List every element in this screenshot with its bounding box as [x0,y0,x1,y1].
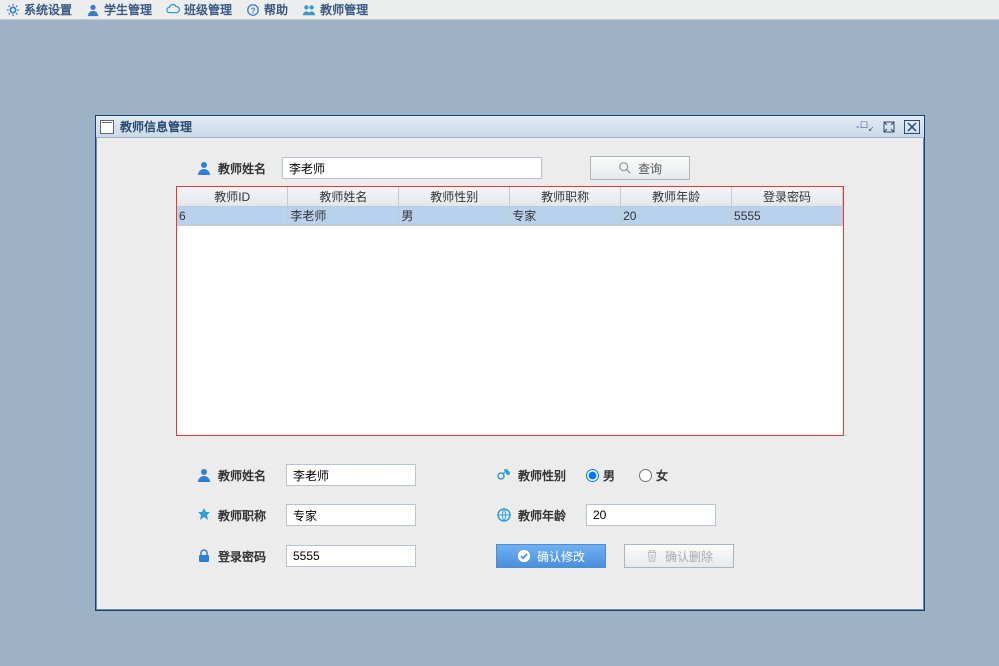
age-field[interactable] [586,504,716,526]
form-gender-label: 教师性别 [496,467,568,484]
menu-label: 教师管理 [320,1,368,18]
radio-male-label: 男 [603,467,615,484]
confirm-delete-button[interactable]: 确认删除 [624,544,734,568]
menu-label: 帮助 [264,1,288,18]
svg-text:?: ? [251,6,256,15]
radio-female-label: 女 [656,467,668,484]
col-teacher-age[interactable]: 教师年龄 [621,187,732,207]
col-teacher-gender[interactable]: 教师性别 [399,187,510,207]
table-row[interactable]: 6 李老师 男 专家 20 5555 [177,207,843,225]
titlebar-buttons: ☐↙ [856,119,920,135]
label-text: 教师姓名 [218,467,266,484]
badge-icon [196,507,212,523]
menubar: 系统设置 学生管理 班级管理 ? 帮助 教师管理 [0,0,999,20]
menu-label: 学生管理 [104,1,152,18]
confirm-modify-button[interactable]: 确认修改 [496,544,606,568]
menu-item-help[interactable]: ? 帮助 [246,1,288,18]
minimize-dock-icon[interactable]: ☐↙ [856,119,874,135]
form-title-label: 教师职称 [196,507,268,524]
cell-password: 5555 [732,207,843,225]
cell-id: 6 [177,207,288,225]
cell-name: 李老师 [288,207,399,225]
search-name-input[interactable] [282,157,542,179]
button-label: 确认修改 [537,548,585,565]
form-password-label: 登录密码 [196,548,268,565]
radio-male[interactable]: 男 [586,467,615,484]
radio-male-input[interactable] [586,469,599,482]
cell-title: 专家 [510,207,621,225]
label-text: 登录密码 [218,548,266,565]
label-text: 教师年龄 [518,507,566,524]
teacher-table: 教师ID 教师姓名 教师性别 教师职称 教师年龄 登录密码 6 李老师 男 [176,186,844,436]
menu-label: 班级管理 [184,1,232,18]
gender-radio-group: 男 女 [586,467,668,484]
trash-icon [645,549,659,563]
titlebar[interactable]: 教师信息管理 ☐↙ [96,116,924,138]
lock-icon [196,548,212,564]
label-text: 教师姓名 [218,160,266,177]
group-icon [302,3,316,17]
close-icon[interactable] [904,120,920,134]
form-name-label: 教师姓名 [196,467,268,484]
search-row: 教师姓名 查询 [176,156,844,180]
form-age-label: 教师年龄 [496,507,568,524]
search-name-label: 教师姓名 [196,160,268,177]
maximize-icon[interactable] [880,119,898,135]
label-text: 教师性别 [518,467,566,484]
cloud-icon [166,3,180,17]
window-title: 教师信息管理 [120,118,856,135]
cell-age: 20 [621,207,732,225]
menu-item-student-mgmt[interactable]: 学生管理 [86,1,152,18]
person-icon [86,3,100,17]
name-field[interactable] [286,464,416,486]
search-button[interactable]: 查询 [590,156,690,180]
radio-female-input[interactable] [639,469,652,482]
window-icon [100,120,114,134]
title-field[interactable] [286,504,416,526]
table[interactable]: 教师ID 教师姓名 教师性别 教师职称 教师年龄 登录密码 6 李老师 男 [177,187,843,225]
table-empty-area [177,225,843,435]
desktop: 教师信息管理 ☐↙ [0,20,999,666]
window-body: 教师姓名 查询 教师ID 教师姓名 教师性别 [96,138,924,610]
radio-female[interactable]: 女 [639,467,668,484]
window-teacher-info-mgmt: 教师信息管理 ☐↙ [95,115,925,611]
label-text: 教师职称 [218,507,266,524]
check-circle-icon [517,549,531,563]
menu-item-class-mgmt[interactable]: 班级管理 [166,1,232,18]
gear-icon [6,3,20,17]
col-teacher-id[interactable]: 教师ID [177,187,288,207]
help-icon: ? [246,3,260,17]
cell-gender: 男 [399,207,510,225]
col-teacher-password[interactable]: 登录密码 [732,187,843,207]
person-icon [196,160,212,176]
menu-item-system-settings[interactable]: 系统设置 [6,1,72,18]
gender-icon [496,467,512,483]
search-icon [618,161,632,175]
col-teacher-name[interactable]: 教师姓名 [288,187,399,207]
table-header-row: 教师ID 教师姓名 教师性别 教师职称 教师年龄 登录密码 [177,187,843,207]
col-teacher-title[interactable]: 教师职称 [510,187,621,207]
password-field[interactable] [286,545,416,567]
person-icon [196,467,212,483]
edit-form: 教师姓名 教师性别 [176,464,844,568]
menu-label: 系统设置 [24,1,72,18]
button-label: 查询 [638,160,662,177]
button-label: 确认删除 [665,548,713,565]
globe-icon [496,507,512,523]
menu-item-teacher-mgmt[interactable]: 教师管理 [302,1,368,18]
